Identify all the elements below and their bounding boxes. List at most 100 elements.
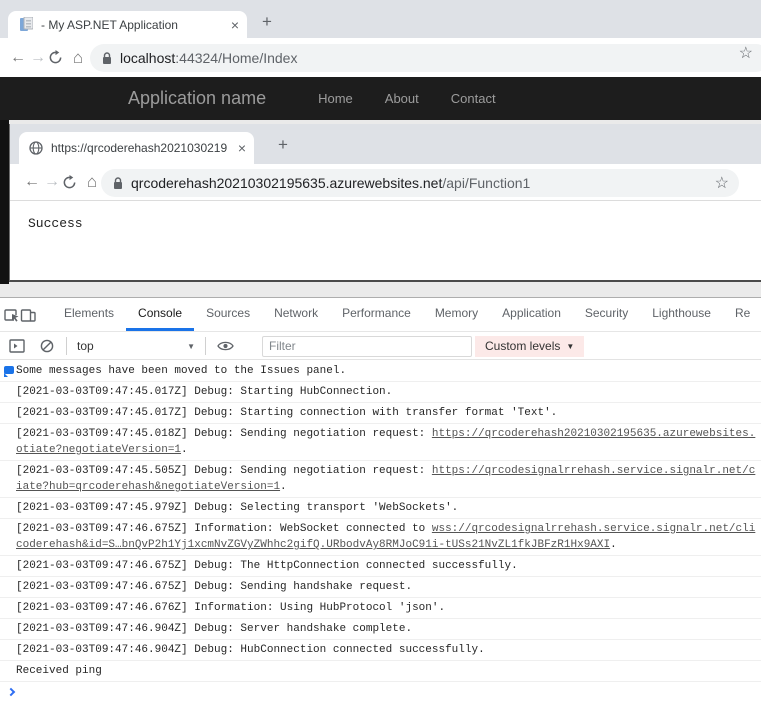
console-message: [2021-03-03T09:47:45.505Z] Debug: Sendin… <box>0 461 761 498</box>
console-link[interactable]: https://qrcodesignalrrehash.service.sign… <box>432 465 755 477</box>
browser2-tab-title: https://qrcoderehash2021030219 <box>51 141 228 155</box>
reload-icon[interactable] <box>48 50 68 65</box>
browser1-toolbar: ← → ⌂ localhost:44324/Home/Index ☆ <box>0 38 761 77</box>
aspnet-favicon-icon <box>20 17 33 32</box>
console-message: Received ping <box>0 661 761 682</box>
lock-icon[interactable] <box>102 51 112 65</box>
console-text: [2021-03-03T09:47:45.505Z] Debug: Sendin… <box>16 465 432 477</box>
issues-bubble-icon[interactable] <box>4 366 14 377</box>
devtools-tab-application[interactable]: Application <box>490 298 573 331</box>
devtools-tab-console[interactable]: Console <box>126 298 195 331</box>
devtools-tab-sources[interactable]: Sources <box>194 298 262 331</box>
devtools-tab-network[interactable]: Network <box>262 298 330 331</box>
toolbar-separator <box>205 337 206 355</box>
chevron-down-icon: ▼ <box>566 341 575 351</box>
console-link[interactable]: wss://qrcodesignalrrehash.service.signal… <box>432 523 755 535</box>
console-text: . <box>610 539 617 551</box>
site-nav-link-home[interactable]: Home <box>302 91 369 106</box>
custom-levels-label: Custom levels <box>485 339 561 353</box>
devtools-tab-re[interactable]: Re <box>723 298 761 331</box>
console-link[interactable]: iate?hub=qrcoderehash&negotiateVersion=1 <box>16 481 280 493</box>
site-brand[interactable]: Application name <box>128 88 266 109</box>
console-message: Some messages have been moved to the Iss… <box>0 361 761 382</box>
devtools-tab-memory[interactable]: Memory <box>423 298 490 331</box>
console-link[interactable]: coderehash&id=S…bnQvP2h1Yj1xcmNvZGVyZWhh… <box>16 539 610 551</box>
console-prompt[interactable] <box>0 682 761 703</box>
site-nav-links: Home About Contact <box>302 91 511 106</box>
console-text: [2021-03-03T09:47:45.017Z] Debug: Starti… <box>16 407 558 419</box>
site-navbar: Application name Home About Contact <box>0 77 761 120</box>
console-message: [2021-03-03T09:47:45.979Z] Debug: Select… <box>0 498 761 519</box>
console-message: [2021-03-03T09:47:46.675Z] Debug: The Ht… <box>0 556 761 577</box>
clear-console-icon[interactable] <box>32 339 62 353</box>
site-nav-link-contact[interactable]: Contact <box>435 91 512 106</box>
embedded-browser-screenshot: https://qrcoderehash2021030219 × + ← → ⌂… <box>9 124 761 282</box>
custom-levels-button[interactable]: Custom levels ▼ <box>475 335 585 357</box>
bookmark-star-icon[interactable]: ☆ <box>715 173 729 193</box>
console-text: [2021-03-03T09:47:45.979Z] Debug: Select… <box>16 502 459 514</box>
javascript-context-dropdown[interactable]: top ▼ <box>77 339 195 353</box>
console-text: . <box>280 481 287 493</box>
devtools-tab-performance[interactable]: Performance <box>330 298 423 331</box>
api-response-text: Success <box>28 216 83 231</box>
home-icon[interactable]: ⌂ <box>82 172 102 192</box>
console-link[interactable]: https://qrcoderehash20210302195635.azure… <box>432 428 755 440</box>
browser2-tab[interactable]: https://qrcoderehash2021030219 × <box>19 132 254 164</box>
lock-icon[interactable] <box>113 176 123 190</box>
console-message: [2021-03-03T09:47:46.904Z] Debug: Server… <box>0 619 761 640</box>
browser1-tab[interactable]: - My ASP.NET Application × <box>8 11 247 38</box>
browser1-tab-strip: - My ASP.NET Application × + <box>0 0 761 38</box>
console-sidebar-icon[interactable] <box>2 339 32 353</box>
console-text: [2021-03-03T09:47:46.675Z] Debug: The Ht… <box>16 560 518 572</box>
browser1-url: localhost:44324/Home/Index <box>120 50 298 66</box>
tab-close-icon[interactable]: × <box>238 141 246 155</box>
console-messages: Some messages have been moved to the Iss… <box>0 361 761 703</box>
console-text: [2021-03-03T09:47:46.904Z] Debug: Server… <box>16 623 413 635</box>
new-tab-button[interactable]: + <box>278 136 288 153</box>
browser2-page-content: Success <box>10 202 761 280</box>
browser2-url: qrcoderehash20210302195635.azurewebsites… <box>131 175 531 191</box>
back-icon[interactable]: ← <box>22 173 42 191</box>
console-message: [2021-03-03T09:47:46.904Z] Debug: HubCon… <box>0 640 761 661</box>
context-label: top <box>77 339 94 353</box>
devtools-tabs: Elements Console Sources Network Performance… <box>52 298 761 331</box>
browser1-address-bar[interactable]: localhost:44324/Home/Index <box>90 44 761 72</box>
console-message: [2021-03-03T09:47:45.018Z] Debug: Sendin… <box>0 424 761 461</box>
console-text: Received ping <box>16 665 102 677</box>
browser2-tab-strip: https://qrcoderehash2021030219 × + <box>10 124 761 164</box>
console-prompt-chevron-icon <box>6 687 16 697</box>
forward-icon[interactable]: → <box>42 173 62 191</box>
console-text: Some messages have been moved to the Iss… <box>16 365 347 377</box>
console-filter-input[interactable] <box>262 335 472 357</box>
home-icon[interactable]: ⌂ <box>68 48 88 68</box>
console-message: [2021-03-03T09:47:46.675Z] Debug: Sendin… <box>0 577 761 598</box>
console-message: [2021-03-03T09:47:45.017Z] Debug: Starti… <box>0 403 761 424</box>
back-icon[interactable]: ← <box>8 49 28 67</box>
devtools-tab-security[interactable]: Security <box>573 298 640 331</box>
bookmark-star-icon[interactable]: ☆ <box>739 43 753 63</box>
globe-icon <box>29 141 43 155</box>
reload-icon[interactable] <box>62 174 82 190</box>
chevron-down-icon: ▼ <box>187 341 195 351</box>
forward-icon[interactable]: → <box>28 49 48 67</box>
console-text: [2021-03-03T09:47:45.017Z] Debug: Starti… <box>16 386 393 398</box>
site-nav-link-about[interactable]: About <box>369 91 435 106</box>
console-link[interactable]: otiate?negotiateVersion=1 <box>16 444 181 456</box>
console-message: [2021-03-03T09:47:46.676Z] Information: … <box>0 598 761 619</box>
inspect-element-icon[interactable] <box>4 298 20 331</box>
devtools-panel: Elements Console Sources Network Performance… <box>0 297 761 703</box>
toolbar-separator <box>66 337 67 355</box>
live-expression-eye-icon[interactable] <box>210 340 240 352</box>
devtools-tab-elements[interactable]: Elements <box>52 298 126 331</box>
toggle-device-toolbar-icon[interactable] <box>20 298 36 331</box>
devtools-tab-bar: Elements Console Sources Network Performance… <box>0 298 761 332</box>
console-toolbar: top ▼ Custom levels ▼ <box>0 333 761 360</box>
console-text: . <box>181 444 188 456</box>
new-tab-button[interactable]: + <box>262 13 272 30</box>
tab-close-icon[interactable]: × <box>231 18 239 32</box>
browser1-tab-title: - My ASP.NET Application <box>41 17 178 32</box>
page-left-strip <box>0 120 9 284</box>
devtools-tab-lighthouse[interactable]: Lighthouse <box>640 298 723 331</box>
console-text: [2021-03-03T09:47:46.676Z] Information: … <box>16 602 446 614</box>
browser2-address-bar[interactable]: qrcoderehash20210302195635.azurewebsites… <box>101 169 739 197</box>
